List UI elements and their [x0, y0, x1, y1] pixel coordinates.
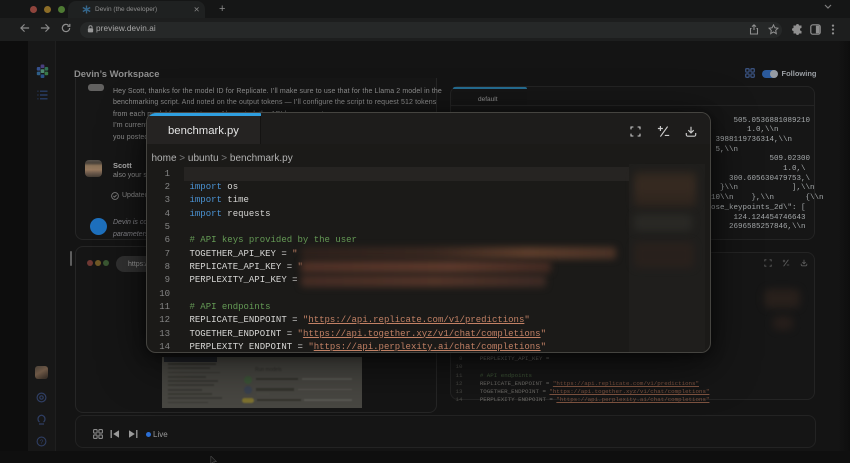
- svg-text:?: ?: [40, 439, 44, 446]
